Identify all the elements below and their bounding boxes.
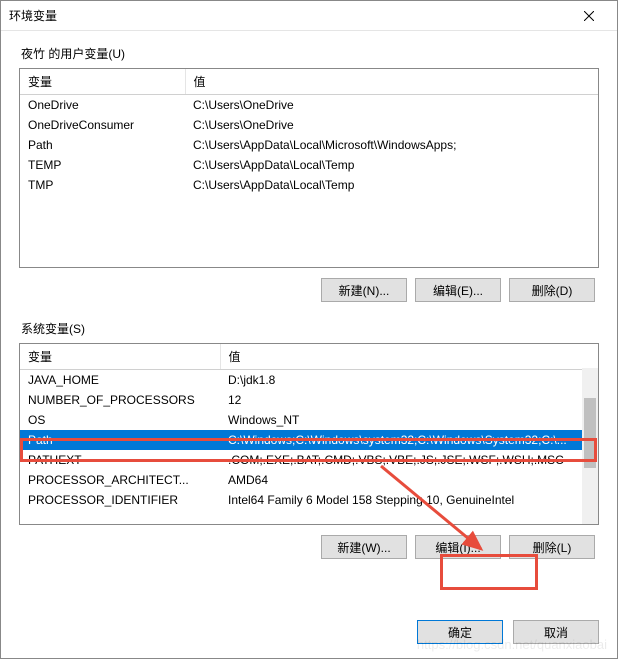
cell-value: C:\Users\OneDrive (185, 115, 598, 135)
table-row[interactable]: PROCESSOR_ARCHITECT...AMD64 (20, 470, 598, 490)
table-row[interactable]: TMPC:\Users\AppData\Local\Temp (20, 175, 598, 195)
system-vars-section: 系统变量(S) 变量 值 JAVA_HOMED:\jdk1.8NUMBER_OF… (19, 320, 599, 559)
cell-name: OneDrive (20, 95, 185, 116)
user-vars-section: 夜竹 的用户变量(U) 变量 值 OneDriveC:\Users\OneDri… (19, 45, 599, 302)
user-vars-buttons: 新建(N)... 编辑(E)... 删除(D) (19, 278, 599, 302)
table-row[interactable]: PATHEXT.COM;.EXE;.BAT;.CMD;.VBS;.VBE;.JS… (20, 450, 598, 470)
cell-name: PROCESSOR_ARCHITECT... (20, 470, 220, 490)
table-row[interactable]: OSWindows_NT (20, 410, 598, 430)
titlebar: 环境变量 (1, 1, 617, 31)
cell-value: C:\Users\AppData\Local\Temp (185, 155, 598, 175)
table-row[interactable]: TEMPC:\Users\AppData\Local\Temp (20, 155, 598, 175)
system-vars-table-wrap: 变量 值 JAVA_HOMED:\jdk1.8NUMBER_OF_PROCESS… (19, 343, 599, 525)
table-row[interactable]: OneDriveC:\Users\OneDrive (20, 95, 598, 116)
user-new-button[interactable]: 新建(N)... (321, 278, 407, 302)
sys-scrollbar[interactable] (582, 368, 598, 524)
cell-value: C:\Users\AppData\Local\Microsoft\Windows… (185, 135, 598, 155)
table-row[interactable]: OneDriveConsumerC:\Users\OneDrive (20, 115, 598, 135)
cell-value: C:\Users\OneDrive (185, 95, 598, 116)
cancel-button[interactable]: 取消 (513, 620, 599, 644)
sys-new-button[interactable]: 新建(W)... (321, 535, 407, 559)
sys-edit-button[interactable]: 编辑(I)... (415, 535, 501, 559)
system-vars-table[interactable]: 变量 值 JAVA_HOMED:\jdk1.8NUMBER_OF_PROCESS… (20, 344, 598, 510)
user-col-name[interactable]: 变量 (20, 69, 185, 95)
cell-name: Path (20, 430, 220, 450)
cell-value: Windows_NT (220, 410, 598, 430)
close-button[interactable] (569, 2, 609, 30)
cell-name: OneDriveConsumer (20, 115, 185, 135)
ok-button[interactable]: 确定 (417, 620, 503, 644)
cell-name: TMP (20, 175, 185, 195)
sys-col-name[interactable]: 变量 (20, 344, 220, 370)
env-vars-dialog: 环境变量 夜竹 的用户变量(U) 变量 值 OneDriveC:\Users\O… (0, 0, 618, 659)
cell-value: C:\Users\AppData\Local\Temp (185, 175, 598, 195)
user-col-value[interactable]: 值 (185, 69, 598, 95)
cell-value: D:\jdk1.8 (220, 370, 598, 391)
cell-value: AMD64 (220, 470, 598, 490)
cell-value: C:\Windows;C:\Windows\system32;C:\Window… (220, 430, 598, 450)
cell-value: .COM;.EXE;.BAT;.CMD;.VBS;.VBE;.JS;.JSE;.… (220, 450, 598, 470)
table-row[interactable]: NUMBER_OF_PROCESSORS12 (20, 390, 598, 410)
table-row[interactable]: PathC:\Users\AppData\Local\Microsoft\Win… (20, 135, 598, 155)
sys-col-value[interactable]: 值 (220, 344, 598, 370)
user-vars-table[interactable]: 变量 值 OneDriveC:\Users\OneDriveOneDriveCo… (20, 69, 598, 195)
sys-delete-button[interactable]: 删除(L) (509, 535, 595, 559)
user-edit-button[interactable]: 编辑(E)... (415, 278, 501, 302)
cell-name: OS (20, 410, 220, 430)
cell-name: TEMP (20, 155, 185, 175)
system-vars-label: 系统变量(S) (19, 320, 599, 337)
cell-value: Intel64 Family 6 Model 158 Stepping 10, … (220, 490, 598, 510)
cell-name: PATHEXT (20, 450, 220, 470)
table-row[interactable]: PathC:\Windows;C:\Windows\system32;C:\Wi… (20, 430, 598, 450)
user-vars-label: 夜竹 的用户变量(U) (19, 45, 599, 62)
table-row[interactable]: JAVA_HOMED:\jdk1.8 (20, 370, 598, 391)
cell-value: 12 (220, 390, 598, 410)
system-vars-buttons: 新建(W)... 编辑(I)... 删除(L) (19, 535, 599, 559)
cell-name: JAVA_HOME (20, 370, 220, 391)
dialog-content: 夜竹 的用户变量(U) 变量 值 OneDriveC:\Users\OneDri… (1, 31, 617, 591)
user-vars-table-wrap: 变量 值 OneDriveC:\Users\OneDriveOneDriveCo… (19, 68, 599, 268)
cell-name: PROCESSOR_IDENTIFIER (20, 490, 220, 510)
close-icon (584, 11, 594, 21)
sys-scrollbar-thumb[interactable] (584, 398, 596, 468)
cell-name: Path (20, 135, 185, 155)
dialog-buttons: 确定 取消 (417, 620, 599, 644)
user-delete-button[interactable]: 删除(D) (509, 278, 595, 302)
table-row[interactable]: PROCESSOR_IDENTIFIERIntel64 Family 6 Mod… (20, 490, 598, 510)
window-title: 环境变量 (9, 7, 569, 24)
cell-name: NUMBER_OF_PROCESSORS (20, 390, 220, 410)
